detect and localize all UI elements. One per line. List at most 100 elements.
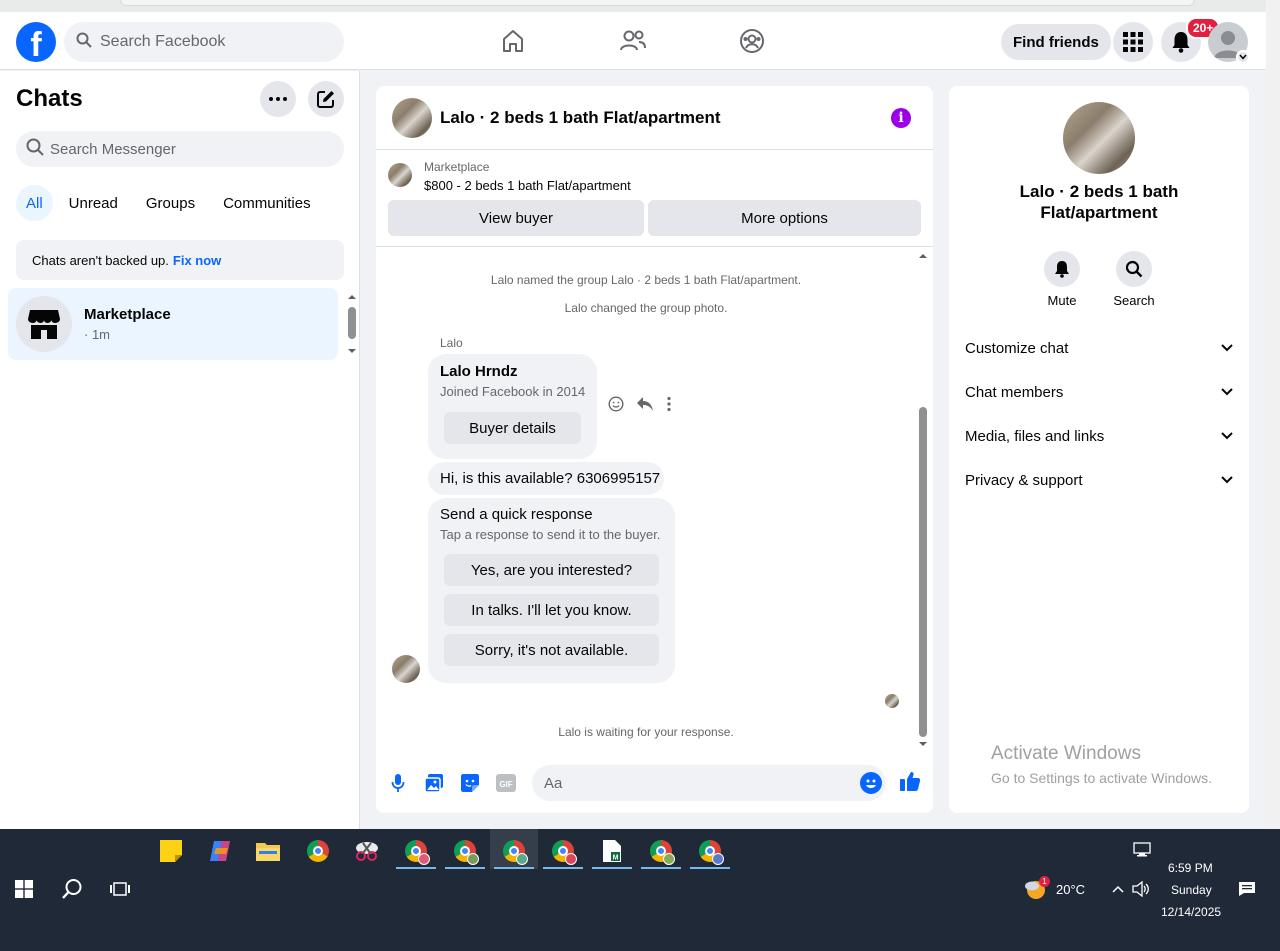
task-view-icon[interactable] [100, 869, 140, 909]
weather-badge: 1 [1039, 876, 1050, 887]
facebook-search-input[interactable] [100, 33, 320, 51]
document-app-icon[interactable]: M [592, 831, 632, 871]
filter-all[interactable]: All [16, 185, 53, 221]
new-message-button[interactable] [308, 81, 344, 117]
taskbar-active-indicator [396, 867, 436, 869]
notification-center-icon[interactable] [1227, 869, 1267, 909]
section-label: Customize chat [965, 339, 1069, 357]
messenger-search-input[interactable] [50, 140, 310, 158]
chat-members-section[interactable]: Chat members [957, 370, 1241, 414]
chrome-profile-icon[interactable] [396, 831, 436, 871]
chrome-profile-icon[interactable] [543, 831, 583, 871]
volume-icon[interactable] [1121, 869, 1161, 909]
group-photo[interactable] [392, 98, 432, 138]
messenger-search-box[interactable] [16, 131, 344, 167]
smiley-icon[interactable] [608, 396, 624, 417]
media-files-links-section[interactable]: Media, files and links [957, 414, 1241, 458]
search-action[interactable]: Search [1104, 251, 1164, 308]
chevron-down-icon [1221, 388, 1233, 396]
search-icon[interactable] [52, 869, 92, 909]
watermark-line-2: Go to Settings to activate Windows. [991, 770, 1212, 786]
facebook-header: f Find friends 20+ [0, 12, 1266, 70]
listing-price-title[interactable]: $800 - 2 beds 1 bath Flat/apartment [424, 178, 631, 193]
clock-time[interactable]: 6:59 PM [1168, 861, 1213, 875]
taskbar-active-indicator [543, 867, 583, 869]
thumbs-up-icon[interactable] [899, 770, 921, 792]
marketplace-listing-bar: Marketplace $800 - 2 beds 1 bath Flat/ap… [376, 151, 933, 247]
more-vertical-icon[interactable] [666, 396, 672, 417]
store-icon [16, 296, 72, 352]
taskbar-active-indicator [690, 867, 730, 869]
section-label: Chat members [965, 383, 1064, 401]
menu-grid-button[interactable] [1113, 22, 1153, 62]
friends-icon[interactable] [617, 25, 649, 57]
message-input-box[interactable] [532, 765, 886, 801]
search-icon [76, 32, 92, 53]
filter-groups[interactable]: Groups [134, 185, 207, 221]
quick-response-option[interactable]: Yes, are you interested? [444, 554, 659, 586]
search-icon [26, 138, 44, 161]
chevron-down-icon [1221, 344, 1233, 352]
chat-filters: All Unread Groups Communities [16, 185, 323, 221]
clock-date[interactable]: 12/14/2025 [1161, 905, 1221, 919]
sidebar-scrollbar[interactable] [346, 293, 358, 355]
conversation-title[interactable]: Lalo · 2 beds 1 bath Flat/apartment [440, 108, 721, 128]
chrome-profile-icon[interactable] [494, 831, 534, 871]
temperature[interactable]: 20°C [1056, 882, 1085, 897]
section-label: Privacy & support [965, 471, 1083, 489]
customize-chat-section[interactable]: Customize chat [957, 326, 1241, 370]
chevron-down-icon [1221, 476, 1233, 484]
quick-response-option[interactable]: Sorry, it's not available. [444, 634, 659, 666]
taskbar-active-indicator [641, 867, 681, 869]
search-icon [1116, 251, 1152, 287]
reply-icon[interactable] [636, 396, 654, 417]
more-options-button[interactable]: More options [648, 200, 921, 236]
facebook-search-box[interactable] [64, 22, 344, 62]
window-scrollbar[interactable] [1266, 0, 1280, 829]
filter-communities[interactable]: Communities [211, 185, 323, 221]
fix-now-link[interactable]: Fix now [173, 253, 221, 268]
copilot-icon[interactable] [200, 831, 240, 871]
ellipsis-icon [269, 97, 287, 101]
chrome-profile-icon[interactable] [690, 831, 730, 871]
chrome-profile-icon[interactable] [641, 831, 681, 871]
groups-icon[interactable] [736, 25, 768, 57]
more-options-button[interactable] [260, 81, 296, 117]
mute-action[interactable]: Mute [1032, 251, 1092, 308]
view-buyer-button[interactable]: View buyer [388, 200, 644, 236]
weather-icon[interactable]: 1 [1016, 869, 1056, 909]
listing-thumbnail[interactable] [388, 163, 412, 187]
windows-start-icon[interactable] [4, 869, 44, 909]
message-bubble[interactable]: Hi, is this available? 6306995157 [428, 462, 664, 495]
facebook-logo[interactable]: f [16, 22, 56, 62]
chrome-icon[interactable] [298, 831, 338, 871]
message-composer: GIF [376, 753, 933, 813]
find-friends-button[interactable]: Find friends [1001, 24, 1111, 60]
chrome-profile-icon[interactable] [445, 831, 485, 871]
svg-text:GIF: GIF [499, 780, 512, 789]
sender-avatar[interactable] [392, 655, 420, 683]
marketplace-label: Marketplace [424, 160, 490, 174]
home-icon[interactable] [497, 25, 529, 57]
buyer-details-button[interactable]: Buyer details [444, 412, 581, 444]
clock-day[interactable]: Sunday [1171, 883, 1212, 897]
thread-scrollbar[interactable] [917, 252, 929, 748]
windows-taskbar: M 1 20°C 6:59 PM Sunday 12/14/2025 [0, 829, 1280, 951]
sticky-notes-icon[interactable] [151, 831, 191, 871]
info-icon[interactable]: i [891, 108, 911, 128]
snipping-tool-icon[interactable] [347, 831, 387, 871]
group-photo-large[interactable] [1063, 102, 1135, 174]
file-explorer-icon[interactable] [248, 831, 288, 871]
filter-unread[interactable]: Unread [57, 185, 130, 221]
message-input[interactable] [544, 774, 844, 792]
chat-list-item[interactable]: Marketplace · 1m [8, 288, 338, 360]
network-icon[interactable] [1122, 830, 1162, 870]
chevron-down-icon[interactable] [1236, 50, 1250, 64]
sticker-icon[interactable] [459, 772, 481, 794]
quick-response-option[interactable]: In talks. I'll let you know. [444, 594, 659, 626]
photo-icon[interactable] [423, 772, 445, 794]
microphone-icon[interactable] [387, 772, 409, 794]
gif-icon[interactable]: GIF [495, 772, 517, 794]
emoji-icon[interactable] [860, 772, 882, 794]
privacy-support-section[interactable]: Privacy & support [957, 458, 1241, 502]
